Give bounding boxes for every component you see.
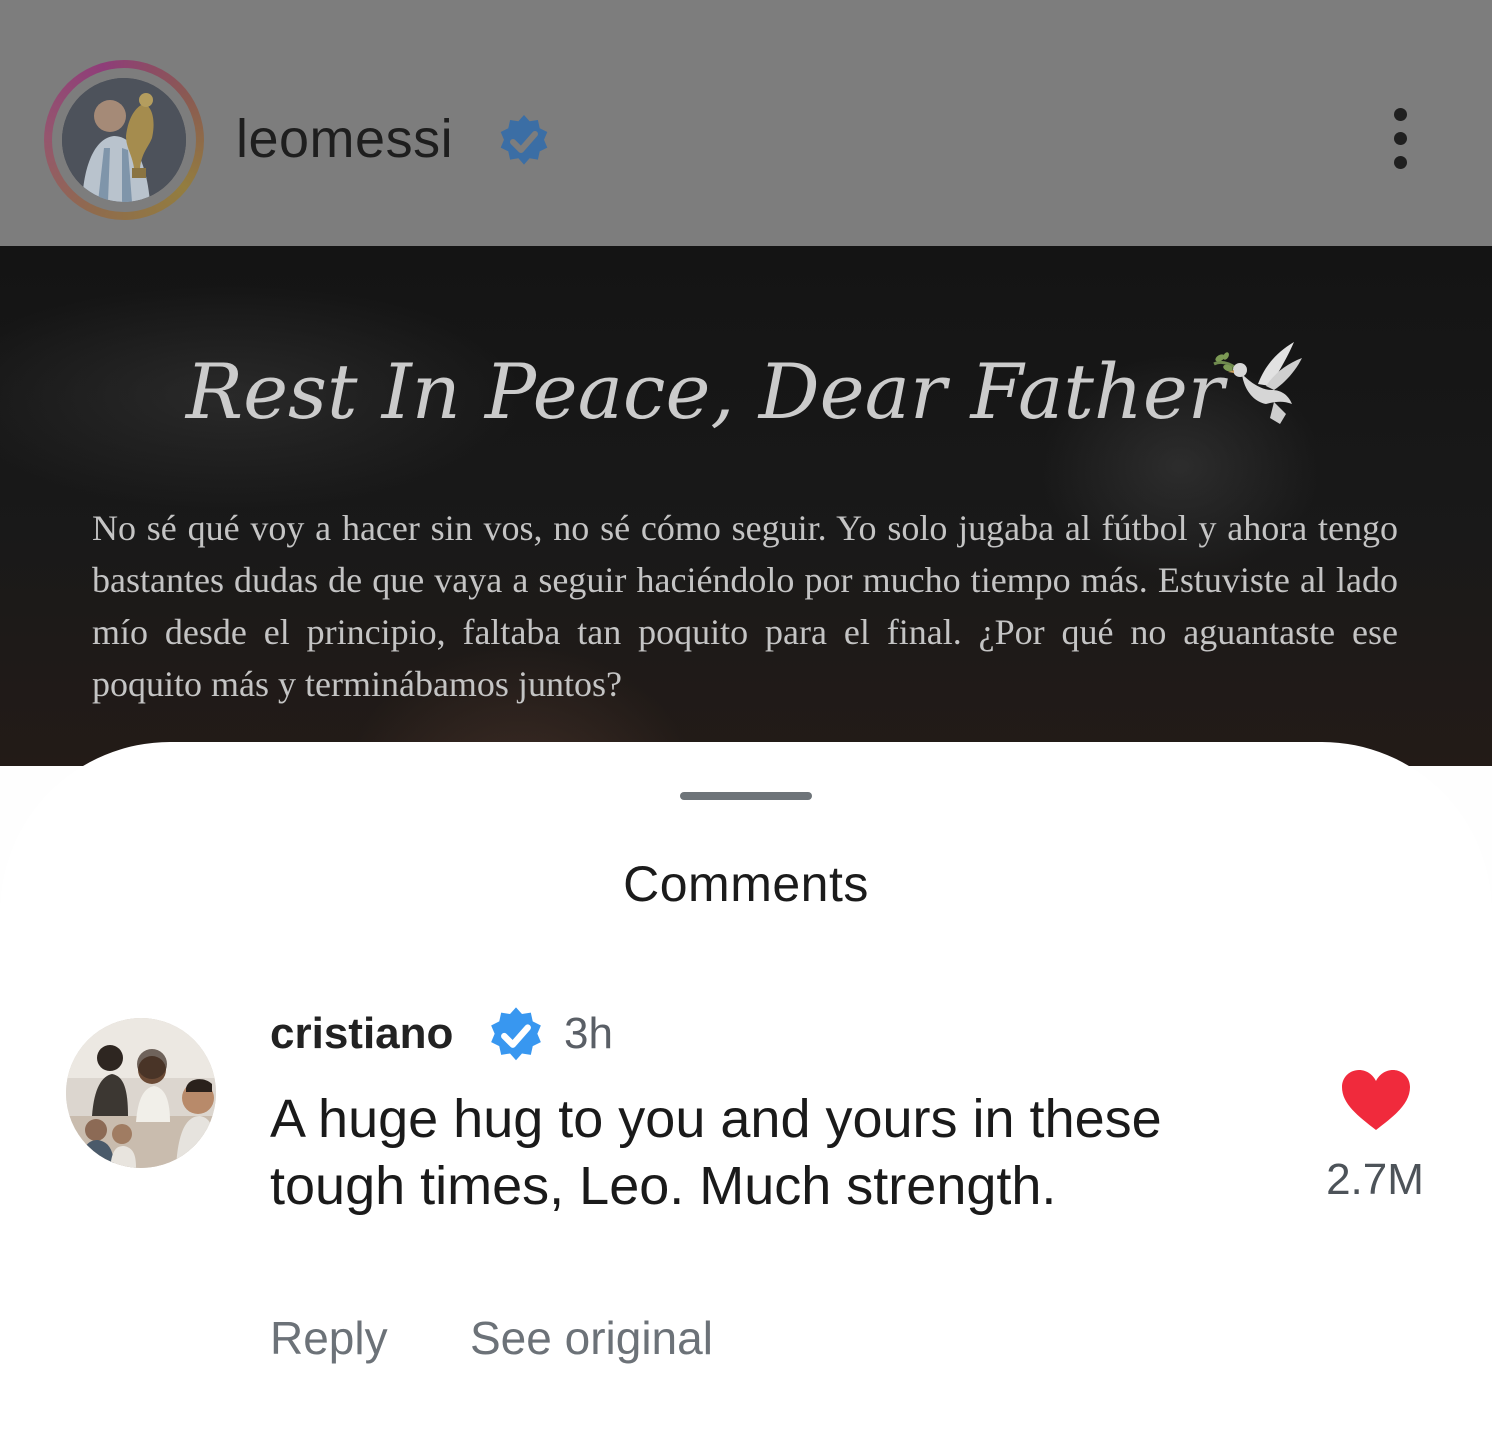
author-avatar-photo [62, 78, 186, 202]
verified-badge-icon [484, 1002, 548, 1066]
reply-button[interactable]: Reply [270, 1308, 388, 1368]
author-username[interactable]: leomessi [236, 104, 453, 174]
heart-icon[interactable] [1340, 1068, 1412, 1132]
post-header: leomessi [0, 0, 1492, 246]
comments-sheet: Comments cristiano 3h A huge hug to you … [0, 742, 1492, 1432]
drag-handle[interactable] [680, 792, 812, 800]
comment-author[interactable]: cristiano [270, 1006, 453, 1062]
post-image-body-text: No sé qué voy a hacer sin vos, no sé cóm… [92, 508, 1398, 704]
verified-badge-icon [494, 110, 554, 170]
author-avatar[interactable] [44, 60, 204, 220]
comment-text: A huge hug to you and yours in these tou… [270, 1089, 1162, 1216]
dove-icon [1208, 338, 1308, 434]
comment-timestamp: 3h [564, 1009, 613, 1058]
post-image-title: Rest In Peace, Dear Father [185, 347, 1225, 436]
commenter-avatar[interactable] [66, 1018, 216, 1168]
like-count: 2.7M [1326, 1155, 1424, 1204]
more-options-icon[interactable] [1380, 100, 1420, 176]
see-original-button[interactable]: See original [470, 1308, 713, 1368]
comments-title: Comments [623, 856, 869, 912]
post-image[interactable]: Rest In Peace, Dear Father No sé qué voy… [0, 246, 1492, 766]
